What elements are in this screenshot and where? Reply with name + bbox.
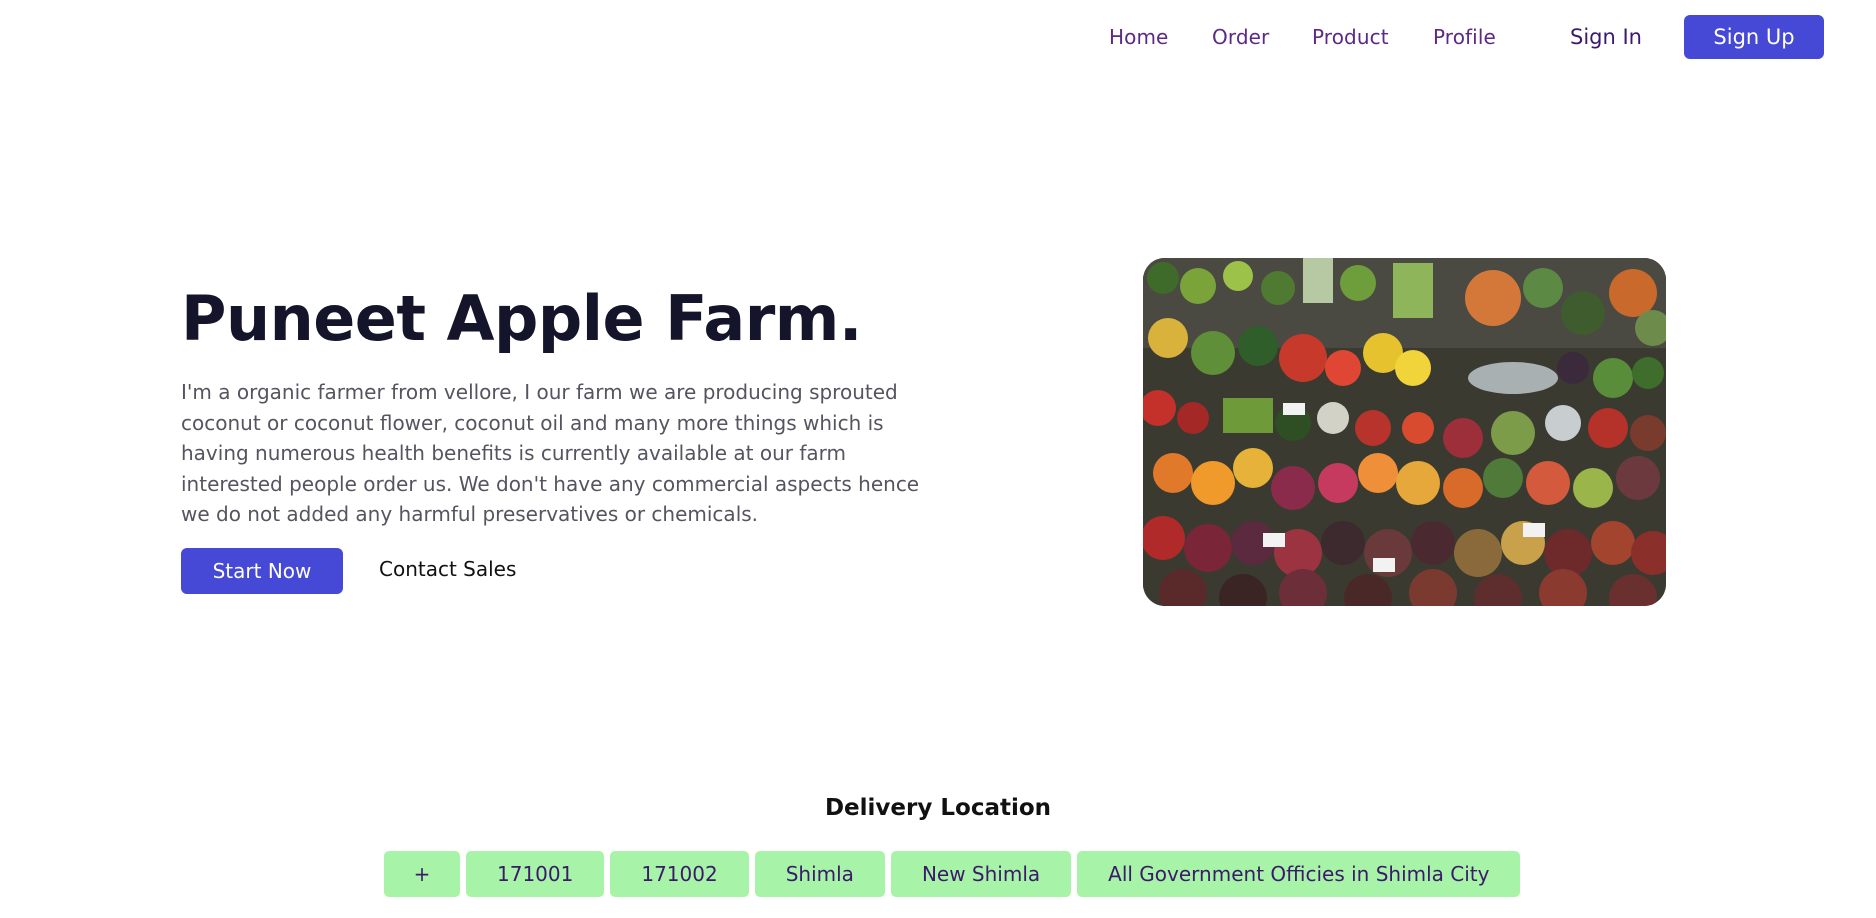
add-location-button[interactable]: + bbox=[384, 851, 460, 897]
top-navigation: Home Order Product Profile Sign In Sign … bbox=[0, 15, 1876, 59]
nav-profile-link[interactable]: Profile bbox=[1433, 25, 1496, 49]
location-chip-new-shimla[interactable]: New Shimla bbox=[890, 851, 1072, 897]
produce-illustration bbox=[1143, 258, 1666, 606]
start-now-button[interactable]: Start Now bbox=[181, 548, 343, 594]
delivery-location-title: Delivery Location bbox=[824, 795, 1052, 821]
delivery-location-list: + 171001 171002 Shimla New Shimla All Go… bbox=[384, 851, 1521, 897]
location-chip-171002[interactable]: 171002 bbox=[610, 851, 749, 897]
market-produce-image bbox=[1143, 258, 1666, 606]
location-chip-government-offices[interactable]: All Government Officies in Shimla City bbox=[1077, 851, 1521, 897]
location-chip-171001[interactable]: 171001 bbox=[466, 851, 605, 897]
sign-up-button[interactable]: Sign Up bbox=[1684, 15, 1824, 59]
sign-in-button[interactable]: Sign In bbox=[1570, 25, 1642, 49]
hero-title: Puneet Apple Farm. bbox=[181, 282, 862, 355]
page: Home Order Product Profile Sign In Sign … bbox=[0, 0, 1876, 918]
nav-product-link[interactable]: Product bbox=[1312, 25, 1389, 49]
contact-sales-button[interactable]: Contact Sales bbox=[379, 557, 516, 581]
nav-home-link[interactable]: Home bbox=[1109, 25, 1168, 49]
hero-description: I'm a organic farmer from vellore, I our… bbox=[181, 380, 920, 526]
nav-order-link[interactable]: Order bbox=[1212, 25, 1269, 49]
location-chip-shimla[interactable]: Shimla bbox=[754, 851, 885, 897]
